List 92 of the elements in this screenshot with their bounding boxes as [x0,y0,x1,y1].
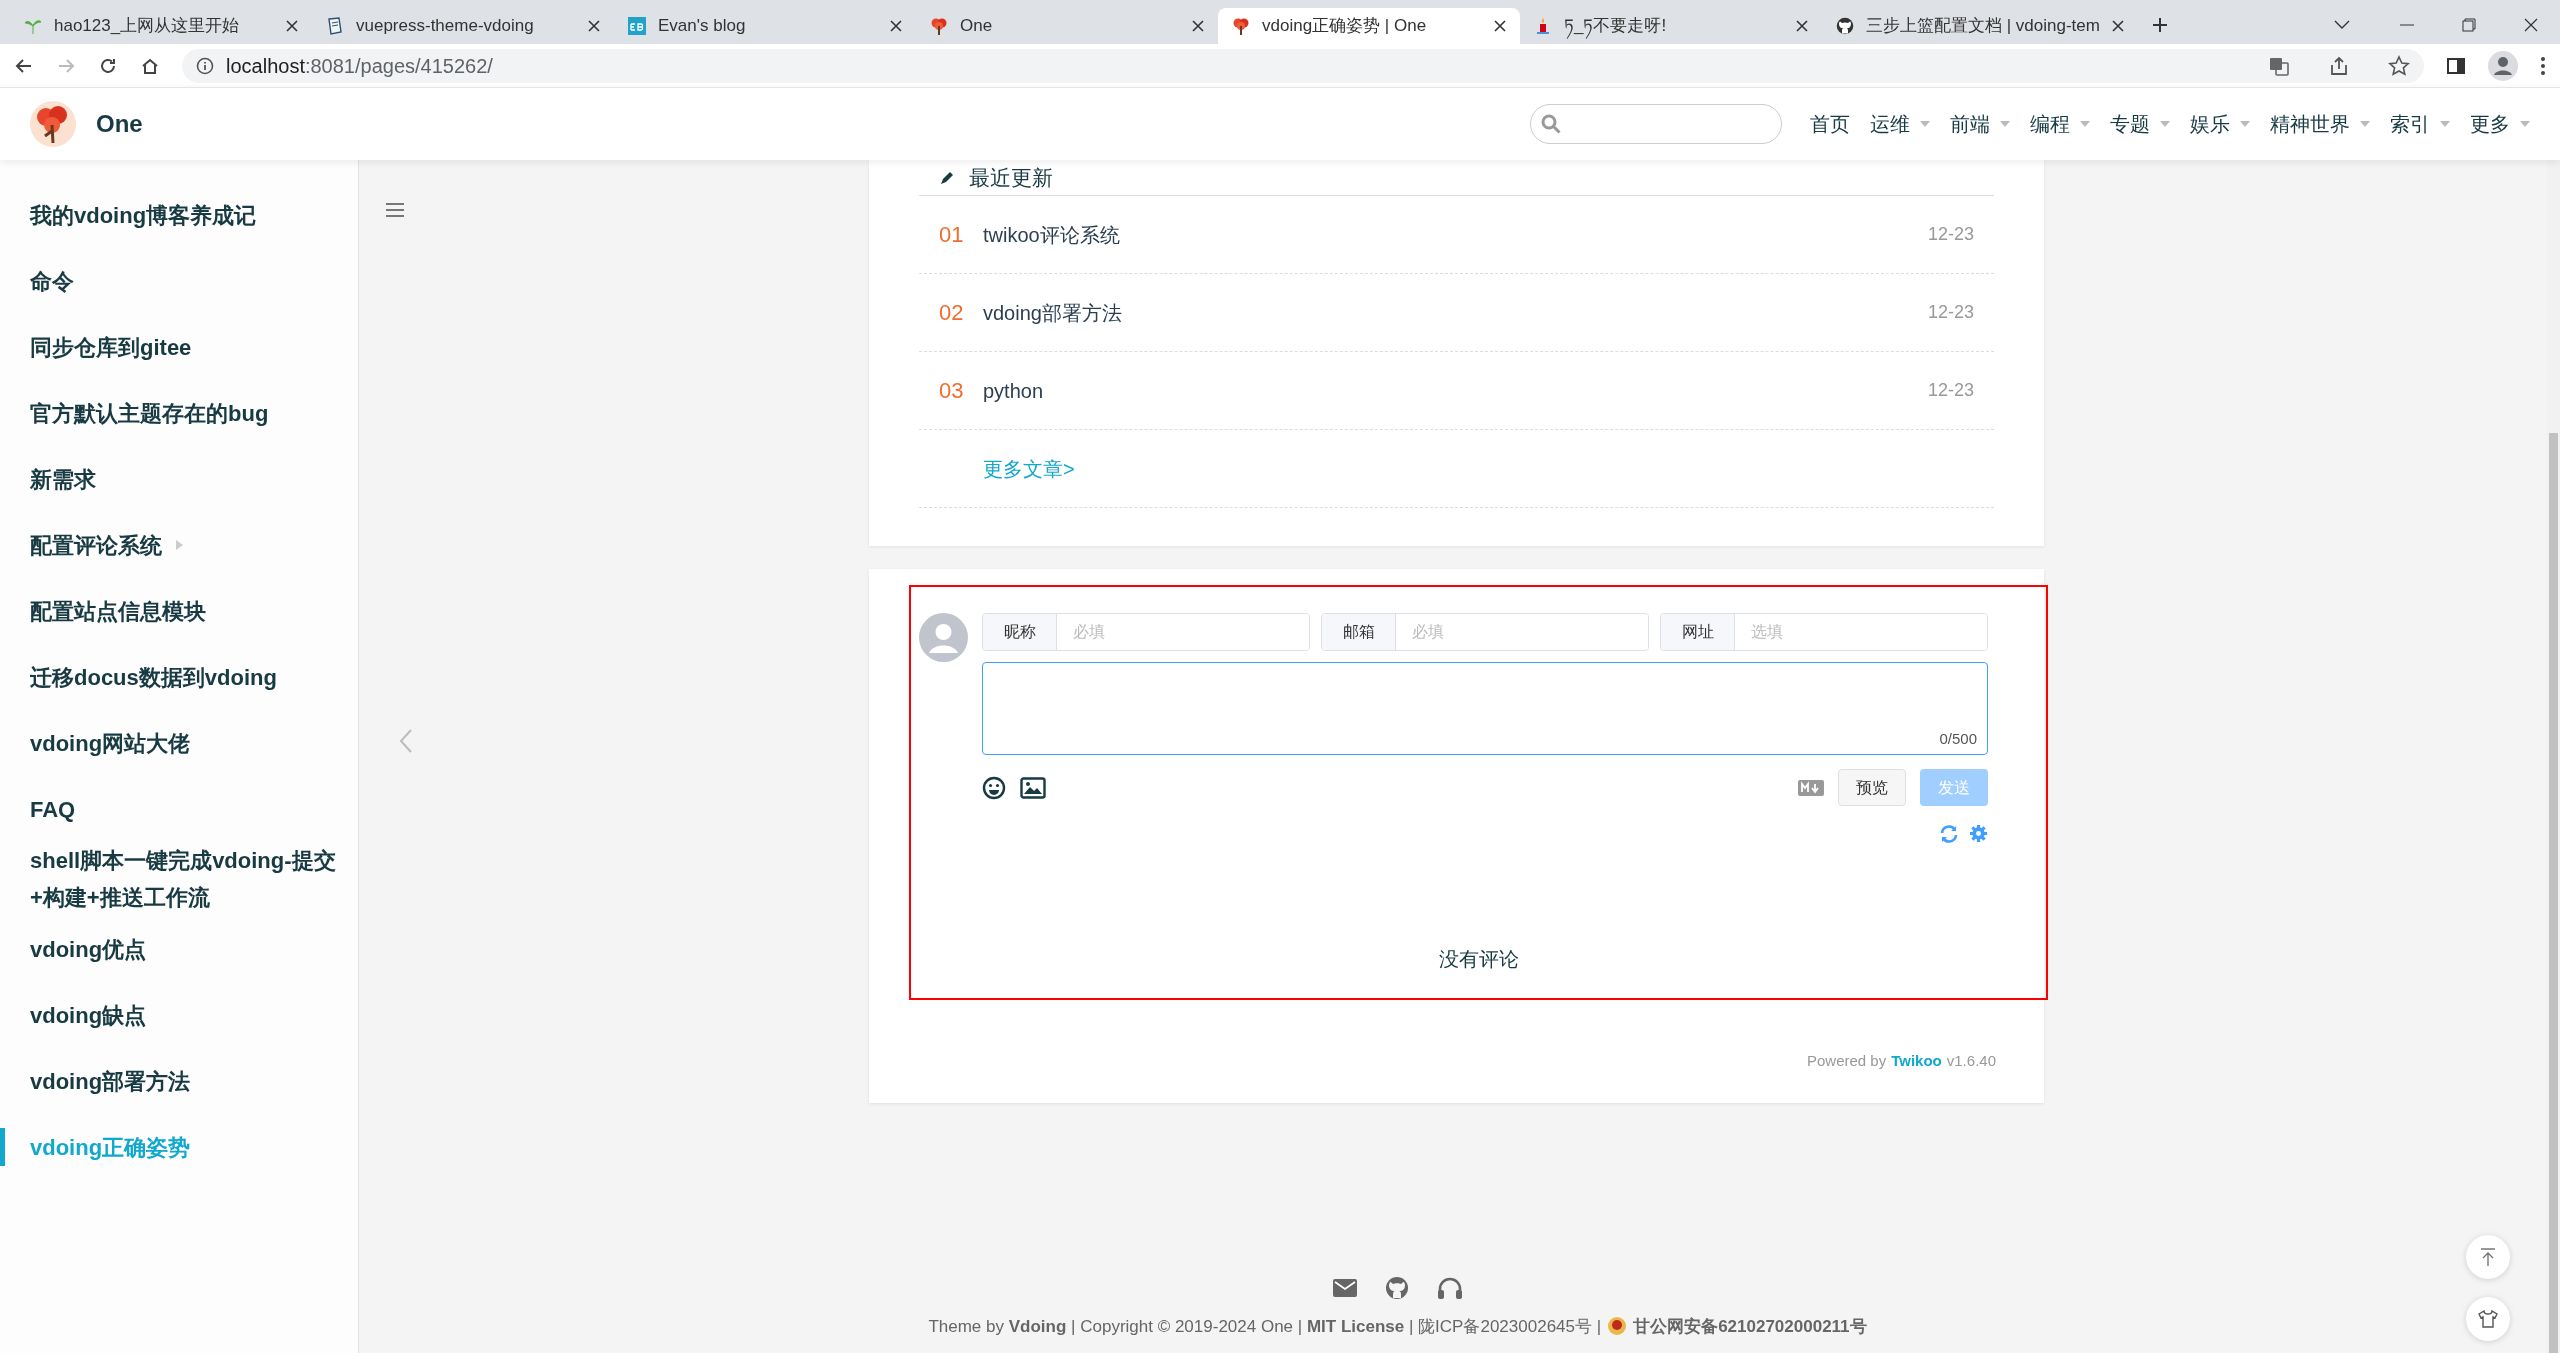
candle-icon [1534,17,1552,35]
powered-by-text: Powered by [1807,1051,1887,1071]
footer-text: Theme by Vdoing | Copyright © 2019-2024 One | MIT License | 陇ICP备2023002645号 | [928,1315,1602,1338]
sidebar-item[interactable]: vdoing优点 [0,916,358,982]
article-date: 12-23 [1927,223,1974,246]
version-text: v1.6.40 [1946,1051,1996,1071]
close-icon[interactable] [588,20,600,32]
back-to-top-button[interactable] [2466,1235,2510,1279]
arrow-up-icon [2480,1248,2496,1266]
site-title[interactable]: One [96,106,143,142]
nav-link[interactable]: 精神世界 [2270,109,2370,139]
nav-link[interactable]: 娱乐 [2190,109,2250,139]
sidebar-item[interactable]: 官方默认主题存在的bug [0,380,358,446]
input-field[interactable]: 网址 选填 [1660,613,1988,651]
empty-message: 没有评论 [1438,947,1519,972]
article-link[interactable]: vdoing部署方法 [983,297,1928,328]
sidebar-item[interactable]: FAQ [0,776,358,842]
github-icon[interactable] [1384,1275,1409,1300]
scrollbar-thumb[interactable] [2549,433,2558,1353]
close-icon[interactable] [1192,20,1204,32]
article-link[interactable]: python [983,375,1928,406]
close-icon[interactable] [2524,18,2538,32]
refresh-icon[interactable] [1939,824,1959,844]
sidebar-item[interactable]: 配置评论系统 [0,512,358,578]
avatar-icon [919,613,968,662]
comment-textarea[interactable]: 0/500 [982,662,1988,755]
nav-link[interactable]: 编程 [2030,109,2090,139]
mail-icon[interactable] [1332,1278,1357,1297]
sidebar-item[interactable]: 配置站点信息模块 [0,578,358,644]
sidebar-item[interactable]: 命令 [0,248,358,314]
sidebar-item[interactable]: vdoing部署方法 [0,1048,358,1114]
menu-icon[interactable] [2540,55,2546,76]
sidebar-item[interactable]: 我的vdoing博客养成记 [0,182,358,248]
new-tab-icon[interactable] [2151,17,2168,33]
nav-link[interactable]: 运维 [1870,109,1930,139]
police-badge-icon [1607,1315,1628,1338]
input-field[interactable]: 昵称 必填 [982,613,1310,651]
char-counter: 0/500 [1939,728,1977,749]
nav-link[interactable]: 更多 [2470,109,2530,139]
sidebar-item[interactable]: shell脚本一键完成vdoing-提交+构建+推送工作流 [0,842,358,916]
smiley-icon[interactable] [982,775,1006,800]
tree-icon [1232,17,1250,35]
close-icon[interactable] [1796,20,1808,32]
search-icon [1541,114,1561,134]
article-date: 12-23 [1927,379,1974,402]
menu-icon[interactable] [385,202,405,218]
shirt-icon [2478,1310,2498,1328]
nav-link[interactable]: 索引 [2390,109,2450,139]
markdown-icon [1798,779,1824,796]
close-icon[interactable] [1494,20,1506,32]
url-text: localhost:8081/pages/415262/ [226,53,493,79]
profile-icon[interactable] [2488,50,2518,81]
settings-icon[interactable] [1969,824,1988,843]
sidebar-item[interactable]: vdoing缺点 [0,982,358,1048]
sidebar-item[interactable]: 同步仓库到gitee [0,314,358,380]
theme-button[interactable] [2466,1297,2510,1341]
article-link[interactable]: twikoo评论系统 [983,219,1928,250]
document-icon [326,17,344,35]
headphones-icon[interactable] [1436,1276,1463,1299]
github-icon [1836,17,1854,35]
pen-icon [939,169,955,186]
sidebar-item[interactable]: 新需求 [0,446,358,512]
nav-link[interactable]: 首页 [1810,109,1850,139]
info-icon [196,56,214,75]
share-icon[interactable] [2328,54,2350,77]
restore-icon[interactable] [2462,18,2476,32]
preview-button[interactable]: 预览 [1838,769,1906,806]
close-icon[interactable] [890,20,902,32]
nav-link[interactable]: 前端 [1950,109,2010,139]
tree-icon [930,17,948,35]
input-field[interactable]: 邮箱 必填 [1321,613,1649,651]
police-record-text[interactable]: 甘公网安备62102702000211号 [1633,1313,1867,1339]
chevron-down-icon[interactable] [2334,20,2350,30]
rank-number: 02 [939,299,965,327]
nav-link[interactable]: 专题 [2110,109,2170,139]
star-icon[interactable] [2388,54,2410,77]
image-icon[interactable] [1020,776,1046,799]
address-bar[interactable]: localhost:8081/pages/415262/ [182,48,2424,83]
sidebar-item[interactable]: 迁移docus数据到vdoing [0,644,358,710]
article-date: 12-23 [1927,301,1974,324]
tree-logo-icon[interactable] [30,101,76,147]
caret-right-icon [176,540,183,550]
rank-number: 03 [939,377,965,405]
close-icon[interactable] [286,20,298,32]
eb-logo-icon [628,17,646,35]
browser-tab[interactable]: vdoing正确姿势 | One [1218,8,1520,44]
side-panel-icon[interactable] [2446,55,2466,76]
sidebar-item[interactable]: vdoing网站大佬 [0,710,358,776]
rank-number: 01 [939,221,965,249]
close-icon[interactable] [2111,20,2124,32]
sprout-icon [24,17,42,35]
section-title: 最近更新 [969,164,1053,191]
